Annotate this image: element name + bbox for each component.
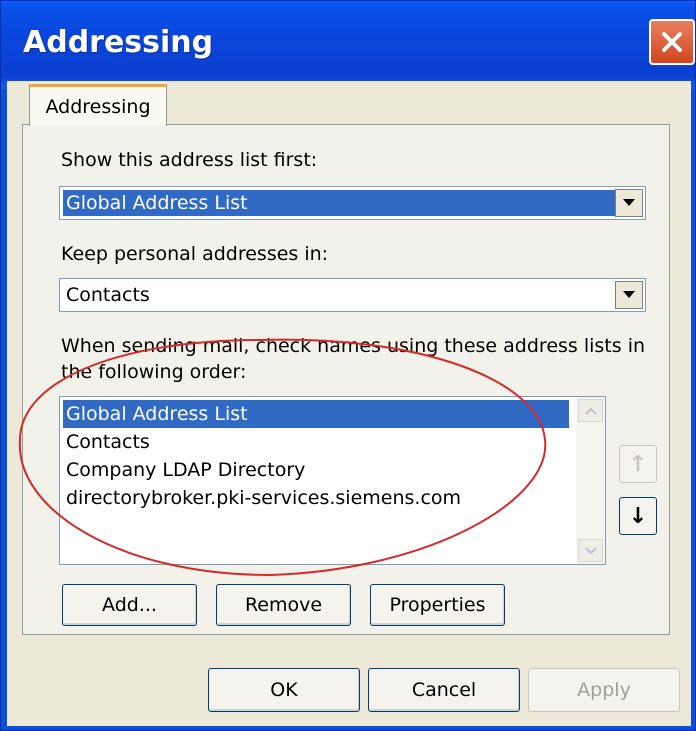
list-item[interactable]: Company LDAP Directory (63, 456, 305, 484)
title-bar[interactable]: Addressing (1, 1, 695, 89)
list-item[interactable]: Global Address List (63, 400, 569, 428)
show-first-dropdown[interactable]: Global Address List (59, 186, 646, 220)
ok-button[interactable]: OK (208, 668, 360, 712)
move-down-button[interactable]: ↓ (619, 497, 657, 535)
tab-panel: Show this address list first: Global Add… (22, 124, 670, 635)
tab-label: Addressing (45, 95, 151, 118)
apply-button[interactable]: Apply (528, 668, 680, 712)
keep-personal-value: Contacts (66, 284, 150, 306)
list-item[interactable]: Contacts (63, 428, 150, 456)
list-scrollbar[interactable] (576, 397, 605, 564)
address-list-order[interactable]: Global Address List Contacts Company LDA… (59, 396, 606, 565)
show-first-label: Show this address list first: (61, 149, 318, 171)
cancel-button[interactable]: Cancel (368, 668, 520, 712)
close-icon (662, 32, 682, 52)
keep-personal-dropdown[interactable]: Contacts (59, 278, 646, 312)
arrow-down-icon: ↓ (628, 503, 648, 529)
addressing-dialog: Addressing Addressing Show this address … (0, 0, 696, 731)
scroll-up-button[interactable] (578, 399, 603, 422)
move-up-button[interactable]: ↑ (619, 445, 657, 483)
scroll-down-button[interactable] (578, 539, 603, 562)
dropdown-button[interactable] (615, 281, 643, 309)
chevron-down-icon (623, 199, 635, 206)
add-button[interactable]: Add... (62, 584, 197, 626)
properties-button[interactable]: Properties (370, 584, 505, 626)
remove-button[interactable]: Remove (216, 584, 351, 626)
close-button[interactable] (649, 19, 695, 65)
dialog-body: Addressing Show this address list first:… (7, 81, 691, 726)
tab-addressing[interactable]: Addressing (29, 84, 167, 126)
check-names-label-line2: the following order: (61, 361, 247, 383)
chevron-down-icon (584, 546, 597, 554)
show-first-value: Global Address List (63, 190, 615, 216)
chevron-up-icon (584, 407, 597, 415)
list-item[interactable]: directorybroker.pki-services.siemens.com (63, 484, 461, 512)
check-names-label-line1: When sending mail, check names using the… (61, 335, 646, 357)
arrow-up-icon: ↑ (628, 451, 648, 477)
chevron-down-icon (623, 291, 635, 298)
dropdown-button[interactable] (615, 189, 643, 217)
keep-personal-label: Keep personal addresses in: (61, 243, 329, 265)
window-title: Addressing (23, 25, 214, 60)
